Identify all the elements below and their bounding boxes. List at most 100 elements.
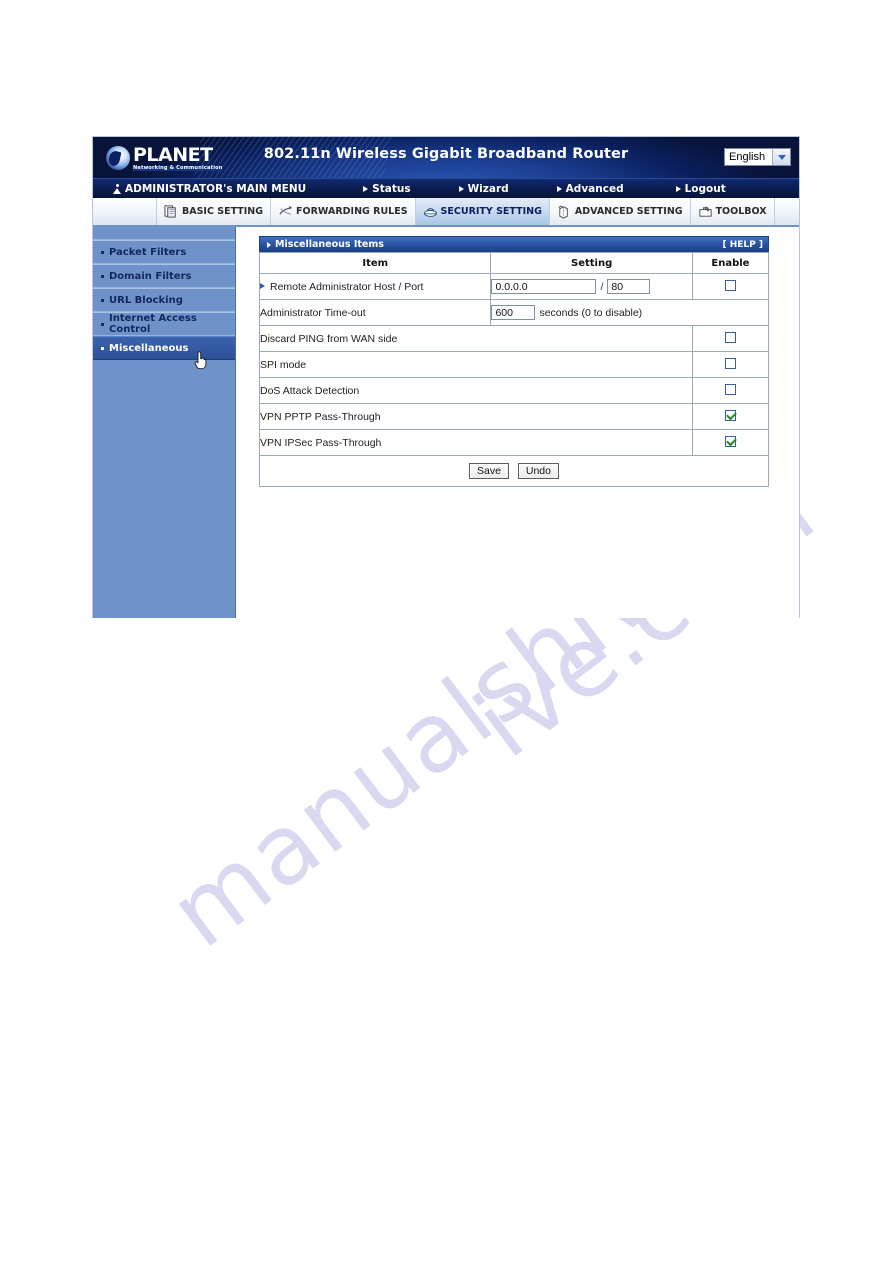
sidebar-top-spacer [93, 227, 235, 240]
row-label-vpn-pptp: VPN PPTP Pass-Through [259, 403, 693, 430]
row-label-administrator-timeout: Administrator Time-out [258, 299, 492, 326]
administrator-timeout-hint: seconds (0 to disable) [539, 306, 643, 319]
table-row: Discard PING from WAN side [259, 325, 770, 352]
table-actions-row: Save Undo [259, 455, 769, 487]
chevron-down-icon [772, 149, 790, 165]
arrow-right-icon [675, 185, 681, 192]
documents-icon [164, 205, 176, 218]
enable-checkbox-vpn-pptp[interactable] [724, 409, 736, 421]
tab-basic-setting-label: BASIC SETTING [182, 206, 264, 217]
menu-item-logout[interactable]: Logout [675, 183, 726, 195]
sidebar-item-url-blocking-label: URL Blocking [109, 294, 183, 306]
header-banner: PLANET Networking & Communication 802.11… [93, 137, 799, 178]
arrow-right-icon [267, 241, 271, 248]
brand-tagline: Networking & Communication [133, 164, 223, 171]
row-label-text: Remote Administrator Host / Port [270, 280, 424, 293]
sidebar-item-domain-filters-label: Domain Filters [109, 270, 192, 282]
sidebar: Packet Filters Domain Filters URL Blocki… [93, 227, 236, 618]
sidebar-item-packet-filters[interactable]: Packet Filters [93, 240, 235, 264]
sidebar-item-packet-filters-label: Packet Filters [109, 246, 187, 258]
column-header-enable: Enable [691, 252, 770, 274]
tab-toolbox-label: TOOLBOX [715, 206, 767, 217]
table-row: Remote Administrator Host / Port 0.0.0.0… [258, 273, 770, 300]
administrator-timeout-input[interactable]: 600 [491, 305, 536, 320]
sidebar-item-miscellaneous[interactable]: Miscellaneous [93, 336, 235, 360]
row-label-discard-ping: Discard PING from WAN side [259, 325, 693, 352]
arrow-right-icon [556, 185, 562, 192]
row-setting-administrator-timeout: 600 seconds (0 to disable) [490, 299, 769, 326]
tab-forwarding-rules[interactable]: FORWARDING RULES [270, 198, 416, 225]
menu-item-advanced-label: Advanced [565, 182, 624, 195]
tab-advanced-setting[interactable]: ADVANCED SETTING [548, 198, 691, 225]
tab-advanced-setting-label: ADVANCED SETTING [574, 206, 683, 217]
panel-title: Miscellaneous Items [275, 239, 384, 250]
bullet-icon [101, 346, 104, 350]
content-area: Miscellaneous Items [ HELP ] Item Settin… [236, 227, 799, 618]
row-label-vpn-ipsec: VPN IPSec Pass-Through [259, 429, 693, 456]
row-label-text: Discard PING from WAN side [260, 332, 398, 345]
arrow-right-icon [363, 185, 369, 192]
remote-admin-host-input[interactable]: 0.0.0.0 [491, 279, 597, 294]
row-label-spi-mode: SPI mode [259, 351, 693, 378]
undo-button[interactable]: Undo [517, 463, 559, 479]
arrow-right-icon [458, 185, 464, 192]
row-setting-remote-administrator: 0.0.0.0 / 80 [490, 273, 693, 300]
sidebar-item-internet-access-control-label: Internet Access Control [109, 313, 197, 335]
tab-bar: BASIC SETTING FORWARDING RULES SECURITY … [93, 198, 799, 227]
row-label-text: VPN IPSec Pass-Through [260, 436, 382, 449]
enable-checkbox-remote-administrator[interactable] [724, 279, 736, 291]
enable-checkbox-spi-mode[interactable] [724, 357, 736, 369]
enable-checkbox-dos-attack-detection[interactable] [724, 383, 736, 395]
sidebar-item-miscellaneous-label: Miscellaneous [109, 342, 189, 354]
bullet-icon [101, 250, 104, 254]
mouse-pointer-hand-icon [194, 351, 207, 370]
menu-item-status-label: Status [372, 182, 411, 195]
tab-security-setting[interactable]: SECURITY SETTING [414, 198, 550, 225]
main-menu-bar: ADMINISTRATOR's MAIN MENU Status Wizard … [93, 178, 799, 198]
menu-item-advanced[interactable]: Advanced [556, 182, 624, 195]
shield-lock-icon [423, 208, 437, 217]
menu-item-wizard[interactable]: Wizard [458, 183, 509, 195]
enable-checkbox-vpn-ipsec[interactable] [724, 435, 736, 447]
row-enable-spi-mode [691, 351, 770, 378]
language-select[interactable]: English [724, 148, 791, 166]
row-label-text: SPI mode [260, 358, 307, 371]
bullet-icon [101, 322, 104, 326]
miscellaneous-items-panel: Miscellaneous Items [ HELP ] Item Settin… [258, 236, 770, 487]
page-body: Packet Filters Domain Filters URL Blocki… [93, 227, 799, 618]
sidebar-item-url-blocking[interactable]: URL Blocking [93, 288, 235, 312]
row-enable-vpn-ipsec [691, 429, 770, 456]
menu-item-status[interactable]: Status [363, 182, 411, 195]
sidebar-item-domain-filters[interactable]: Domain Filters [93, 264, 235, 288]
sidebar-item-internet-access-control[interactable]: Internet Access Control [93, 312, 235, 336]
row-label-text: DoS Attack Detection [260, 384, 360, 397]
row-enable-discard-ping [691, 325, 770, 352]
row-label-remote-administrator: Remote Administrator Host / Port [258, 273, 492, 300]
save-button[interactable]: Save [469, 463, 509, 479]
enable-checkbox-discard-ping[interactable] [724, 331, 736, 343]
admin-main-menu-label: ADMINISTRATOR's MAIN MENU [113, 183, 306, 195]
tab-toolbox[interactable]: TOOLBOX [689, 198, 775, 225]
remote-admin-port-input[interactable]: 80 [607, 279, 651, 294]
table-row: SPI mode [259, 351, 770, 378]
help-link[interactable]: [ HELP ] [722, 240, 763, 250]
row-enable-vpn-pptp [691, 403, 770, 430]
panel-title-group: Miscellaneous Items [267, 239, 384, 250]
row-enable-remote-administrator [691, 273, 770, 300]
table-header-row: Item Setting Enable [258, 252, 770, 274]
column-header-setting: Setting [490, 252, 693, 274]
arrows-icon [279, 205, 293, 215]
admin-main-menu-text: ADMINISTRATOR's MAIN MENU [125, 182, 307, 195]
host-port-separator: / [600, 280, 604, 293]
row-label-text: VPN PPTP Pass-Through [260, 410, 381, 423]
product-title: 802.11n Wireless Gigabit Broadband Route… [263, 146, 629, 162]
miscellaneous-items-table: Item Setting Enable Remote Administrator… [258, 252, 770, 487]
language-select-value: English [729, 151, 766, 163]
router-web-interface: PLANET Networking & Communication 802.11… [92, 136, 800, 618]
person-icon [113, 183, 121, 194]
tab-basic-setting[interactable]: BASIC SETTING [156, 198, 272, 225]
row-enable-dos-attack-detection [691, 377, 770, 404]
panel-actions: Save Undo [259, 455, 769, 487]
table-row: VPN PPTP Pass-Through [259, 403, 770, 430]
row-label-dos-attack-detection: DoS Attack Detection [259, 377, 693, 404]
